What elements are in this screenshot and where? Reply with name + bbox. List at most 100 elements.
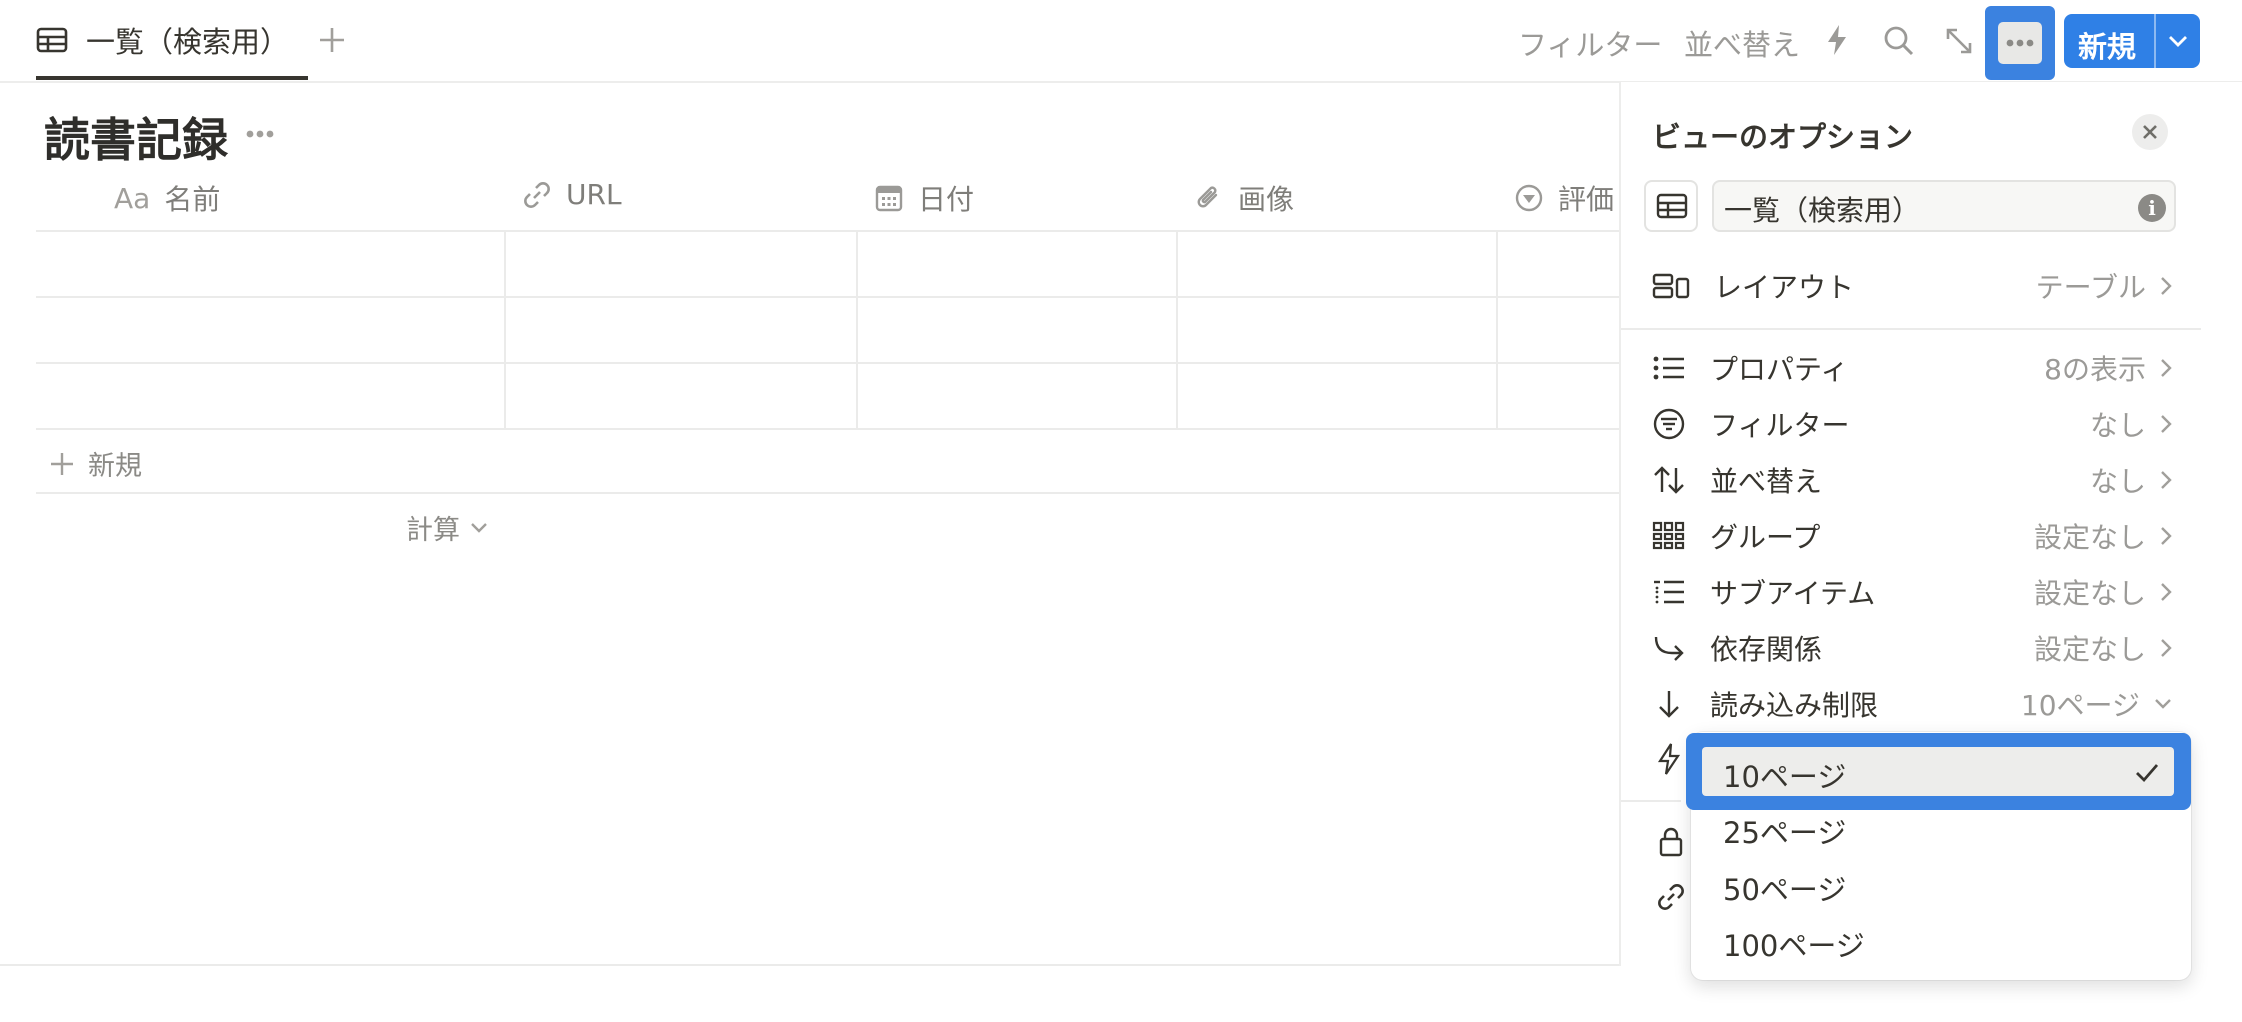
new-button[interactable]: 新規 — [2064, 14, 2200, 68]
calculate-button[interactable]: 計算 — [406, 508, 488, 547]
view-name-value: 一覧（検索用） — [1724, 194, 1921, 227]
option-label: フィルター — [1710, 409, 1850, 442]
column-label: 日付 — [918, 183, 975, 216]
search-button[interactable] — [1883, 25, 1915, 57]
chevron-right-icon — [2160, 414, 2172, 434]
group-grid-icon — [1652, 521, 1686, 551]
lightning-icon — [1826, 24, 1848, 56]
chevron-right-icon — [2160, 638, 2172, 658]
column-label: 名前 — [164, 183, 221, 216]
option-value-wrap: 設定なし — [2034, 628, 2172, 668]
add-row-button[interactable]: 新規 — [50, 444, 142, 483]
arrow-down-icon — [1652, 688, 1686, 720]
option-value-wrap: なし — [2090, 460, 2172, 500]
option-value: なし — [2089, 409, 2146, 442]
plus-icon — [50, 452, 74, 476]
option-value-wrap: なし — [2090, 404, 2172, 444]
sort-button[interactable]: 並べ替え — [1684, 22, 1800, 64]
option-value-wrap: 10ページ — [2021, 684, 2172, 724]
option-value-wrap: 設定なし — [2034, 572, 2172, 612]
table-row[interactable] — [36, 298, 1620, 362]
option-value-wrap: 設定なし — [2034, 516, 2172, 556]
column-header-image[interactable]: 画像 — [1194, 178, 1294, 218]
option-value: なし — [2089, 465, 2146, 498]
link-icon — [522, 180, 552, 210]
calendar-icon — [874, 183, 904, 213]
more-dots-icon — [246, 130, 274, 138]
dropdown-option-50[interactable]: 50ページ — [1723, 867, 1846, 909]
option-value: 8の表示 — [2044, 353, 2146, 386]
checkmark-icon — [2134, 762, 2160, 784]
option-value: 設定なし — [2033, 633, 2146, 666]
option-value-wrap: テーブル — [2036, 266, 2172, 306]
column-label: URL — [566, 178, 622, 211]
option-label: レイアウト — [1714, 271, 1855, 304]
chevron-down-icon — [470, 522, 488, 534]
column-header-url[interactable]: URL — [522, 178, 622, 211]
filter-icon — [1652, 407, 1686, 441]
column-header-rating[interactable]: 評価 — [1514, 178, 1618, 218]
page-title: 読書記録 — [44, 113, 228, 167]
option-dependencies[interactable]: 依存関係 設定なし — [1652, 624, 2172, 672]
chevron-right-icon — [2160, 526, 2172, 546]
table-row[interactable] — [36, 232, 1620, 296]
panel-divider — [1621, 800, 1681, 802]
info-icon[interactable]: i — [2138, 194, 2166, 222]
option-value: 設定なし — [2033, 521, 2146, 554]
chevron-right-icon — [2160, 582, 2172, 602]
dropdown-option-100[interactable]: 100ページ — [1723, 923, 1865, 965]
column-label: 画像 — [1238, 183, 1295, 216]
calculate-label: 計算 — [406, 515, 460, 546]
option-label: プロパティ — [1710, 353, 1849, 386]
lightning-icon — [1656, 742, 1682, 776]
filter-button[interactable]: フィルター — [1518, 22, 1662, 64]
tab-label: 一覧（検索用） — [86, 25, 290, 59]
row-divider — [36, 492, 1620, 494]
panel-divider — [1621, 328, 2201, 330]
close-panel-button[interactable] — [2132, 114, 2168, 150]
option-value: 設定なし — [2033, 577, 2146, 610]
option-load-limit[interactable]: 読み込み制限 10ページ — [1652, 680, 2172, 728]
dropdown-option-10[interactable]: 10ページ — [1723, 754, 1846, 796]
plus-icon — [318, 26, 346, 54]
search-icon — [1883, 25, 1915, 57]
column-header-name[interactable]: Aa 名前 — [114, 178, 220, 218]
dropdown-option-25[interactable]: 25ページ — [1723, 810, 1846, 852]
view-name-input[interactable]: 一覧（検索用） i — [1712, 180, 2176, 232]
option-label: サブアイテム — [1710, 577, 1876, 610]
add-view-button[interactable] — [318, 26, 346, 54]
more-dots-icon — [2006, 39, 2034, 47]
select-icon — [1514, 183, 1544, 213]
new-button-divider — [2154, 14, 2156, 68]
sub-items-icon — [1652, 577, 1686, 607]
table-row[interactable] — [36, 364, 1620, 428]
chevron-right-icon — [2160, 276, 2172, 296]
automation-button[interactable] — [1826, 24, 1848, 56]
chevron-right-icon — [2160, 470, 2172, 490]
column-header-date[interactable]: 日付 — [874, 178, 974, 218]
view-icon-button[interactable] — [1644, 180, 1698, 232]
view-more-button[interactable] — [1985, 6, 2055, 80]
chevron-down-icon[interactable] — [2168, 34, 2188, 48]
tab-active-indicator — [36, 76, 308, 80]
table-icon — [36, 27, 68, 53]
expand-button[interactable] — [1945, 27, 1973, 55]
list-icon — [1652, 354, 1686, 382]
option-properties[interactable]: プロパティ 8の表示 — [1652, 344, 2172, 392]
option-sort[interactable]: 並べ替え なし — [1652, 456, 2172, 504]
option-value: テーブル — [2035, 271, 2146, 304]
option-label: 読み込み制限 — [1710, 689, 1879, 722]
option-layout[interactable]: レイアウト テーブル — [1652, 262, 2172, 310]
tab-table-view[interactable]: 一覧（検索用） — [36, 0, 289, 80]
option-filter[interactable]: フィルター なし — [1652, 400, 2172, 448]
lock-icon — [1658, 826, 1684, 858]
option-group[interactable]: グループ 設定なし — [1652, 512, 2172, 560]
close-icon — [2142, 124, 2158, 140]
option-label: 依存関係 — [1710, 633, 1823, 666]
add-row-label: 新規 — [88, 451, 142, 482]
title-more-button[interactable] — [246, 130, 274, 138]
paperclip-icon — [1194, 183, 1224, 213]
option-sub-items[interactable]: サブアイテム 設定なし — [1652, 568, 2172, 616]
text-property-icon: Aa — [114, 181, 151, 215]
sort-arrows-icon — [1652, 464, 1686, 496]
